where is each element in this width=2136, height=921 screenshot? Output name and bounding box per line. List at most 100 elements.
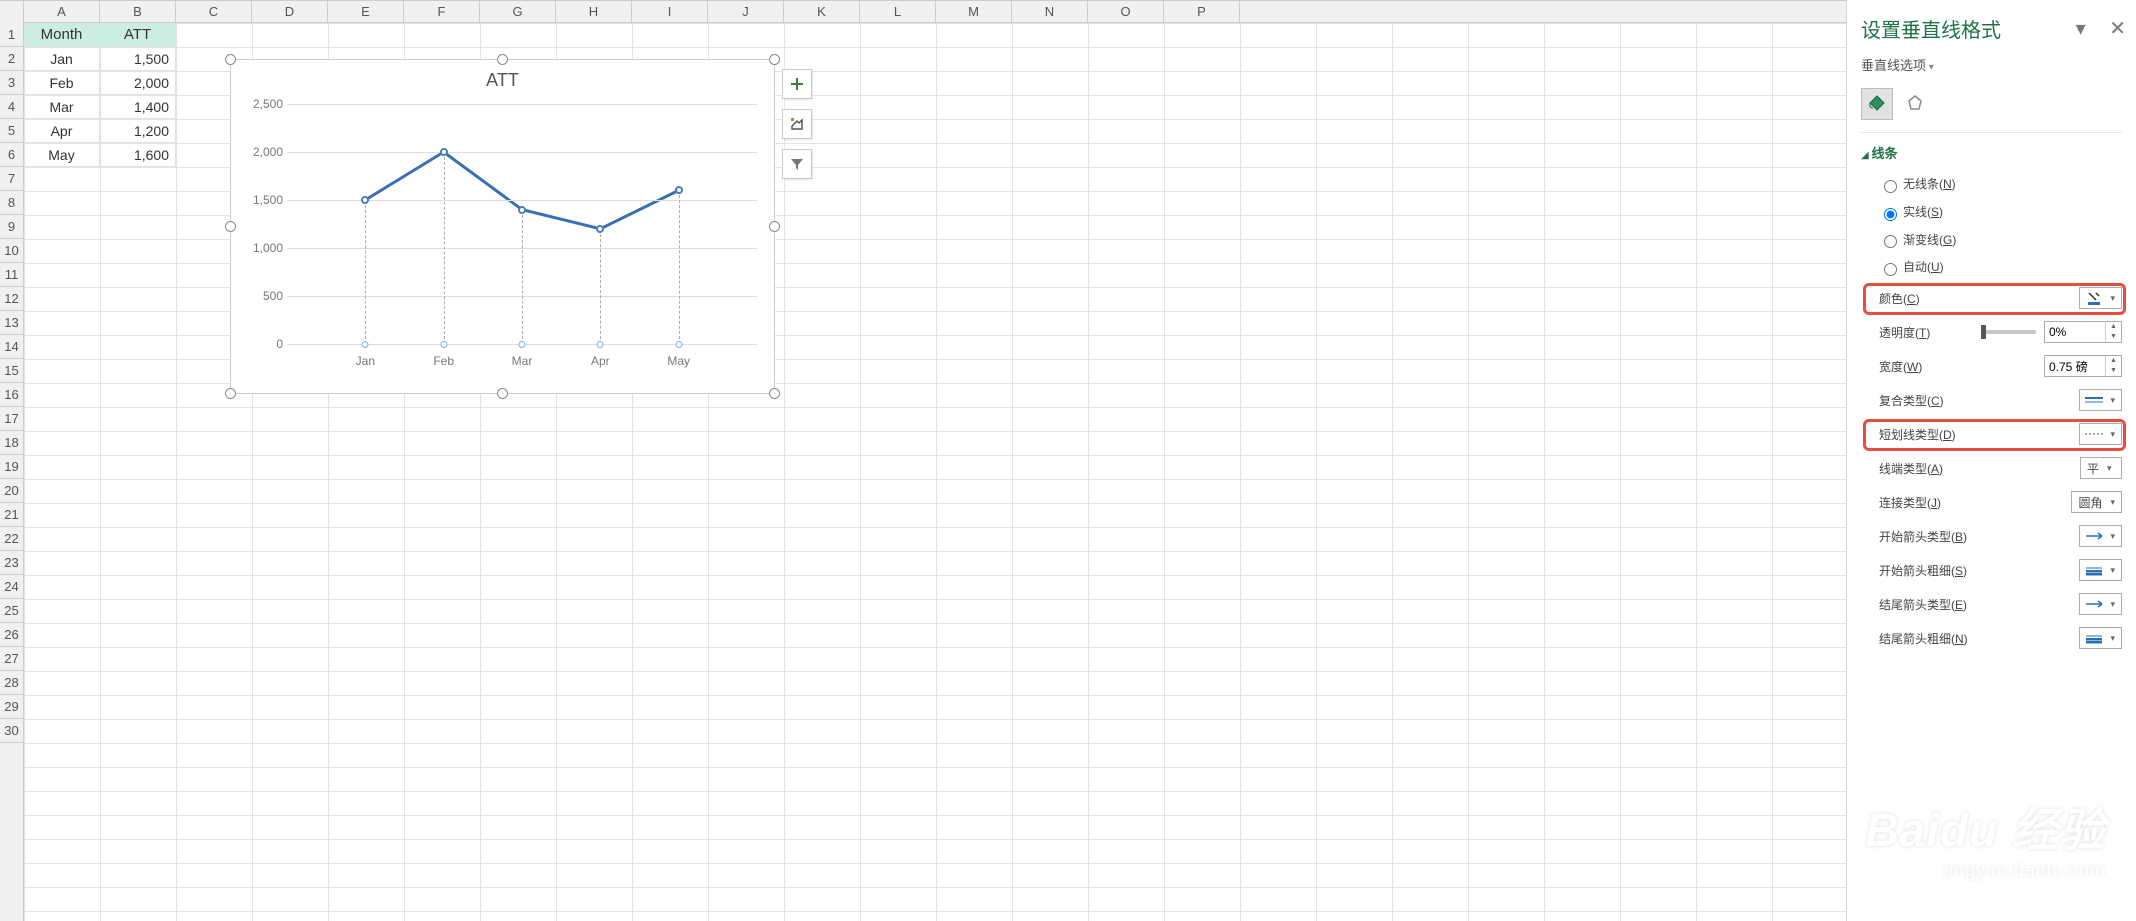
col-header-L[interactable]: L (860, 1, 936, 22)
join-dropdown[interactable]: 圆角 ▾ (2071, 491, 2122, 513)
col-header-B[interactable]: B (100, 1, 176, 22)
col-header-D[interactable]: D (252, 1, 328, 22)
transparency-input[interactable]: ▲▼ (2044, 321, 2122, 343)
cell-A4[interactable]: Mar (24, 95, 100, 119)
resize-handle[interactable] (769, 54, 780, 65)
row-header-20[interactable]: 20 (0, 479, 23, 503)
row-header-24[interactable]: 24 (0, 575, 23, 599)
col-header-F[interactable]: F (404, 1, 480, 22)
row-header-18[interactable]: 18 (0, 431, 23, 455)
radio-solid-line[interactable]: 实线(S) (1861, 198, 2136, 226)
spreadsheet-area[interactable]: ABCDEFGHIJKLMNOP 12345678910111213141516… (0, 0, 1846, 921)
cell-B3[interactable]: 2,000 (100, 71, 176, 95)
fill-line-tab-icon[interactable] (1861, 88, 1893, 120)
row-header-12[interactable]: 12 (0, 287, 23, 311)
pane-close-icon[interactable]: ✕ (2109, 18, 2126, 40)
row-header-25[interactable]: 25 (0, 599, 23, 623)
row-header-21[interactable]: 21 (0, 503, 23, 527)
transparency-slider[interactable] (1984, 330, 2036, 334)
plot-area[interactable]: 05001,0001,5002,0002,500JanFebMarAprMay (287, 104, 757, 344)
cell-A1[interactable]: Month (24, 23, 100, 47)
resize-handle[interactable] (225, 54, 236, 65)
data-point[interactable] (518, 206, 526, 214)
row-header-6[interactable]: 6 (0, 143, 23, 167)
chart-filter-button[interactable] (782, 149, 812, 179)
begin-arrow-size-dropdown[interactable]: ▾ (2079, 559, 2122, 581)
row-header-27[interactable]: 27 (0, 647, 23, 671)
cell-B6[interactable]: 1,600 (100, 143, 176, 167)
row-header-1[interactable]: 1 (0, 23, 23, 47)
cap-dropdown[interactable]: 平 ▾ (2080, 457, 2122, 479)
cell-B5[interactable]: 1,200 (100, 119, 176, 143)
row-header-26[interactable]: 26 (0, 623, 23, 647)
row-header-4[interactable]: 4 (0, 95, 23, 119)
row-header-17[interactable]: 17 (0, 407, 23, 431)
end-arrow-type-dropdown[interactable]: ▾ (2079, 593, 2122, 615)
row-header-3[interactable]: 3 (0, 71, 23, 95)
pane-options-dropdown[interactable]: 垂直线选项 (1861, 49, 2136, 80)
col-header-G[interactable]: G (480, 1, 556, 22)
row-header-29[interactable]: 29 (0, 695, 23, 719)
cell-B1[interactable]: ATT (100, 23, 176, 47)
radio-auto-line[interactable]: 自动(U) (1861, 253, 2136, 281)
col-header-P[interactable]: P (1164, 1, 1240, 22)
col-header-N[interactable]: N (1012, 1, 1088, 22)
width-input[interactable]: ▲▼ (2044, 355, 2122, 377)
row-header-10[interactable]: 10 (0, 239, 23, 263)
row-header-22[interactable]: 22 (0, 527, 23, 551)
data-point[interactable] (361, 196, 369, 204)
radio-gradient-line[interactable]: 渐变线(G) (1861, 226, 2136, 254)
cell-A3[interactable]: Feb (24, 71, 100, 95)
col-header-I[interactable]: I (632, 1, 708, 22)
row-header-23[interactable]: 23 (0, 551, 23, 575)
row-header-13[interactable]: 13 (0, 311, 23, 335)
line-section-header[interactable]: 线条 (1861, 133, 2136, 170)
col-header-A[interactable]: A (24, 1, 100, 22)
resize-handle[interactable] (769, 388, 780, 399)
row-header-9[interactable]: 9 (0, 215, 23, 239)
data-point[interactable] (596, 225, 604, 233)
embedded-chart[interactable]: ATT 05001,0001,5002,0002,500JanFebMarApr… (230, 59, 775, 394)
row-header-16[interactable]: 16 (0, 383, 23, 407)
compound-dropdown[interactable]: ▾ (2079, 389, 2122, 411)
cell-B4[interactable]: 1,400 (100, 95, 176, 119)
chart-elements-button[interactable] (782, 69, 812, 99)
select-all-corner[interactable] (0, 1, 24, 23)
row-header-8[interactable]: 8 (0, 191, 23, 215)
end-arrow-size-dropdown[interactable]: ▾ (2079, 627, 2122, 649)
row-header-7[interactable]: 7 (0, 167, 23, 191)
col-header-K[interactable]: K (784, 1, 860, 22)
dash-dropdown[interactable]: ▾ (2079, 423, 2122, 445)
begin-arrow-type-dropdown[interactable]: ▾ (2079, 525, 2122, 547)
resize-handle[interactable] (497, 388, 508, 399)
resize-handle[interactable] (769, 221, 780, 232)
effects-tab-icon[interactable] (1899, 88, 1931, 120)
resize-handle[interactable] (497, 54, 508, 65)
col-header-J[interactable]: J (708, 1, 784, 22)
chart-styles-button[interactable] (782, 109, 812, 139)
row-header-19[interactable]: 19 (0, 455, 23, 479)
data-point[interactable] (675, 186, 683, 194)
col-header-H[interactable]: H (556, 1, 632, 22)
row-header-30[interactable]: 30 (0, 719, 23, 743)
row-header-28[interactable]: 28 (0, 671, 23, 695)
row-header-15[interactable]: 15 (0, 359, 23, 383)
cell-A2[interactable]: Jan (24, 47, 100, 71)
resize-handle[interactable] (225, 388, 236, 399)
row-header-14[interactable]: 14 (0, 335, 23, 359)
col-header-O[interactable]: O (1088, 1, 1164, 22)
radio-no-line[interactable]: 无线条(N) (1861, 170, 2136, 198)
cell-B2[interactable]: 1,500 (100, 47, 176, 71)
cell-A5[interactable]: Apr (24, 119, 100, 143)
pane-menu-icon[interactable]: ▾ (2076, 18, 2086, 40)
row-header-5[interactable]: 5 (0, 119, 23, 143)
cell-A6[interactable]: May (24, 143, 100, 167)
col-header-C[interactable]: C (176, 1, 252, 22)
resize-handle[interactable] (225, 221, 236, 232)
col-header-M[interactable]: M (936, 1, 1012, 22)
col-header-E[interactable]: E (328, 1, 404, 22)
row-header-2[interactable]: 2 (0, 47, 23, 71)
color-picker[interactable]: ▾ (2079, 287, 2122, 309)
data-point[interactable] (440, 148, 448, 156)
row-header-11[interactable]: 11 (0, 263, 23, 287)
